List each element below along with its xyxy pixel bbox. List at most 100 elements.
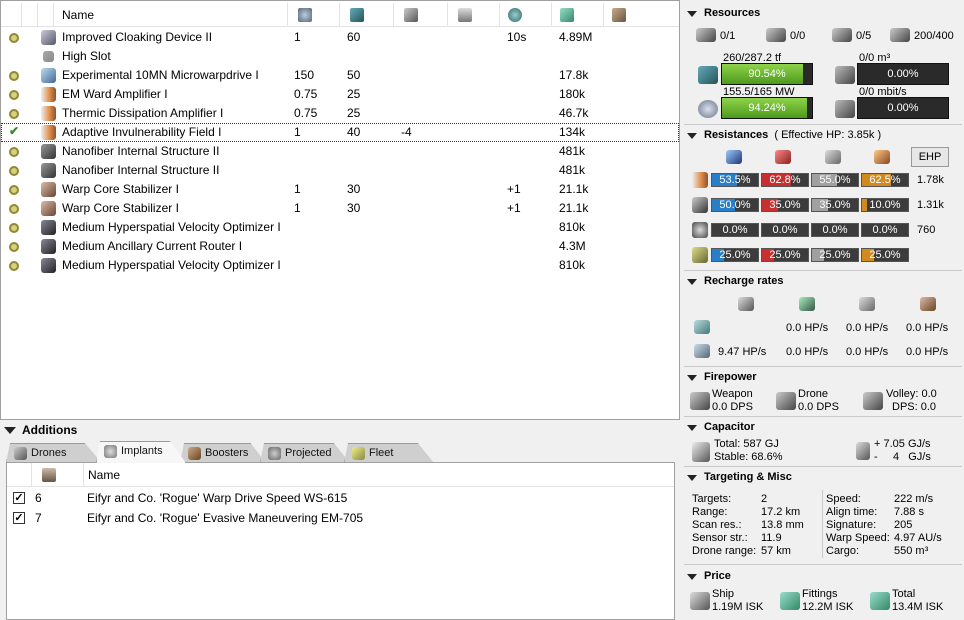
bandwidth-icon: [835, 100, 855, 118]
additions-header[interactable]: Additions: [0, 421, 680, 439]
tab-projected[interactable]: Projected: [260, 443, 350, 463]
header-cpu-column[interactable]: [287, 3, 339, 27]
module-row[interactable]: Thermic Dissipation Amplifier I 0.75 25 46.…: [1, 104, 679, 123]
module-row[interactable]: Experimental 10MN Microwarpdrive I 150 50 1…: [1, 66, 679, 85]
resistances-header[interactable]: Resistances ( Effective HP: 3.85k ): [684, 128, 962, 144]
module-name: Adaptive Invulnerability Field I: [62, 125, 222, 139]
resist-cell: 0.0%: [811, 223, 859, 237]
stat-label: Speed:: [826, 493, 861, 505]
module-row[interactable]: Nanofiber Internal Structure II 481k: [1, 142, 679, 161]
module-name: Medium Hyperspatial Velocity Optimizer I: [62, 220, 281, 234]
module-row[interactable]: Warp Core Stabilizer I 1 30 +1 21.1k: [1, 199, 679, 218]
hull-repair-icon: [859, 297, 875, 311]
collapse-arrow-icon[interactable]: [687, 133, 697, 139]
header-charge-column[interactable]: [603, 3, 679, 27]
module-row[interactable]: High Slot: [1, 47, 679, 66]
capacitor-header[interactable]: Capacitor: [684, 420, 962, 436]
tab-label: Projected: [285, 447, 332, 459]
invulnerability-field-icon: [41, 125, 56, 140]
fittings-price-value: 12.2M ISK: [802, 601, 854, 613]
collapse-arrow-icon[interactable]: [687, 11, 697, 17]
module-active-state-icon[interactable]: [9, 223, 19, 233]
capacitor-gain: + 7.05 GJ/s: [874, 438, 931, 450]
header-capacitor-column[interactable]: [393, 3, 447, 27]
header-powergrid-column[interactable]: [339, 3, 393, 27]
collapse-arrow-icon[interactable]: [687, 279, 697, 285]
implant-checkbox[interactable]: ✓: [13, 512, 25, 524]
header-optimal-column[interactable]: [499, 3, 551, 27]
module-active-state-icon[interactable]: [9, 109, 19, 119]
tab-boosters[interactable]: Boosters: [180, 443, 266, 463]
recharge-header[interactable]: Recharge rates: [684, 274, 962, 290]
module-price: 17.8k: [559, 68, 589, 82]
module-active-state-icon[interactable]: [9, 71, 19, 81]
targeting-header[interactable]: Targeting & Misc: [684, 470, 962, 486]
module-row[interactable]: Medium Ancillary Current Router I 4.3M: [1, 237, 679, 256]
implant-checkbox[interactable]: ✓: [13, 492, 25, 504]
module-list[interactable]: Name Improved Cloaking Device II 1 60 10s 4.…: [0, 0, 680, 420]
volley-label: Volley: 0.0: [886, 388, 937, 400]
resist-cell: 35.0%: [761, 198, 809, 212]
module-row[interactable]: Medium Hyperspatial Velocity Optimizer I…: [1, 256, 679, 275]
implant-list[interactable]: Name ✓ 6 Eifyr and Co. 'Rogue' Warp Drive …: [6, 462, 675, 620]
fittings-price-label: Fittings: [802, 588, 838, 600]
ehp-toggle-button[interactable]: EHP: [911, 147, 949, 167]
module-active-state-icon[interactable]: [9, 242, 19, 252]
collapse-arrow-icon[interactable]: [4, 427, 16, 434]
module-price: 180k: [559, 87, 586, 101]
header-price-column[interactable]: [551, 3, 603, 27]
module-row[interactable]: Medium Hyperspatial Velocity Optimizer I…: [1, 218, 679, 237]
header-turret-column[interactable]: [447, 3, 499, 27]
header-icon-column[interactable]: [37, 3, 53, 27]
recharge-armor-active: 0.0 HP/s: [786, 346, 829, 358]
implant-row[interactable]: ✓ 7 Eifyr and Co. 'Rogue' Evasive Maneuver…: [7, 508, 674, 528]
header-name[interactable]: Name: [53, 3, 287, 27]
resist-cell: 55.0%: [811, 173, 859, 187]
tab-fleet[interactable]: Fleet: [344, 443, 434, 463]
header-implant-name[interactable]: Name: [83, 463, 674, 487]
firepower-header[interactable]: Firepower: [684, 370, 962, 386]
header-state-column[interactable]: [21, 3, 37, 27]
collapse-arrow-icon[interactable]: [687, 425, 697, 431]
module-row[interactable]: Improved Cloaking Device II 1 60 10s 4.89M: [1, 28, 679, 47]
module-active-state-icon[interactable]: [9, 166, 19, 176]
price-header[interactable]: Price: [684, 569, 962, 585]
turret-hardpoint-icon: [696, 28, 716, 42]
module-name: High Slot: [62, 49, 111, 63]
projected-icon: [268, 447, 281, 460]
module-active-state-icon[interactable]: [9, 147, 19, 157]
rig-icon: [41, 220, 56, 235]
header-slot-column[interactable]: [31, 463, 83, 487]
tab-drones[interactable]: Drones: [6, 443, 102, 463]
ship-price-value: 1.19M ISK: [712, 601, 764, 613]
module-active-state-icon[interactable]: [9, 204, 19, 214]
module-row[interactable]: EM Ward Amplifier I 0.75 25 180k: [1, 85, 679, 104]
collapse-arrow-icon[interactable]: [687, 574, 697, 580]
hull-icon: [692, 222, 708, 238]
powergrid-icon: [698, 100, 718, 118]
module-active-state-icon[interactable]: [9, 261, 19, 271]
additions-tabs: Drones Implants Boosters Projected Fleet: [6, 441, 686, 463]
implant-row[interactable]: ✓ 6 Eifyr and Co. 'Rogue' Warp Drive Speed…: [7, 488, 674, 508]
module-active-state-icon[interactable]: [9, 33, 19, 43]
divider: [684, 124, 962, 125]
resistances-title: Resistances: [704, 129, 769, 141]
collapse-arrow-icon[interactable]: [687, 375, 697, 381]
explosive-damage-icon: [874, 150, 890, 164]
module-row[interactable]: ✔ Adaptive Invulnerability Field I 1 40 -4 13…: [1, 123, 679, 142]
price-title: Price: [704, 570, 731, 582]
module-row[interactable]: Warp Core Stabilizer I 1 30 +1 21.1k: [1, 180, 679, 199]
resist-cell: 25.0%: [761, 248, 809, 262]
implant-name: Eifyr and Co. 'Rogue' Evasive Maneuverin…: [87, 511, 364, 525]
module-row[interactable]: Nanofiber Internal Structure II 481k: [1, 161, 679, 180]
implant-slot: 6: [35, 491, 42, 505]
resources-header[interactable]: Resources: [684, 6, 962, 22]
resist-value: 53.5%: [719, 174, 751, 186]
stat-value: 7.88 s: [894, 506, 924, 518]
module-active-state-icon[interactable]: [9, 90, 19, 100]
module-active-state-icon[interactable]: [9, 185, 19, 195]
collapse-arrow-icon[interactable]: [687, 475, 697, 481]
resist-value: 25.0%: [819, 249, 851, 261]
module-online-check-icon[interactable]: ✔: [9, 122, 19, 138]
tab-implants[interactable]: Implants: [96, 441, 186, 463]
